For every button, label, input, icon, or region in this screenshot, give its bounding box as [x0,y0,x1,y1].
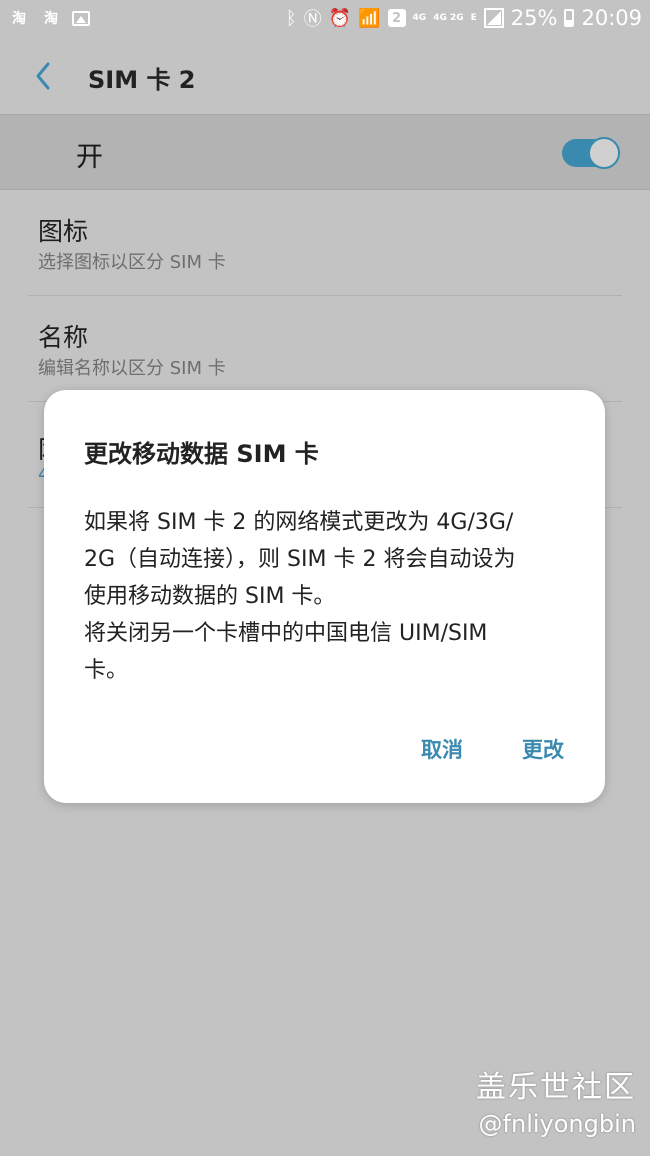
watermark: 盖乐世社区 @fnliyongbin [476,1062,636,1138]
sim-enable-row[interactable]: 开 [0,114,650,190]
setting-title: 名称 [38,323,89,352]
bluetooth-icon: ᛒ [285,7,297,29]
sim-slot-badge: 2 [387,9,406,27]
nfc-icon: Ⓝ [303,9,322,30]
setting-item-name[interactable]: 名称 编辑名称以区分 SIM 卡 [28,296,622,402]
change-button[interactable]: 更改 [522,734,564,764]
battery-icon [564,9,575,27]
dialog-message-line: 如果将 SIM 卡 2 的网络模式更改为 4G/3G/ [84,510,514,535]
battery-percent: 25% [510,6,558,30]
clock: 20:09 [581,6,642,30]
status-bar: 淘 淘 ᛒ Ⓝ ⏰ 📶 2 4G 4G 2G E 25% 20:09 [0,0,650,38]
network-4g-label: 4G [412,13,427,23]
setting-item-icon[interactable]: 图标 选择图标以区分 SIM 卡 [28,190,622,296]
dialog-message-line: 2G（自动连接），则 SIM 卡 2 将会自动设为 [84,547,516,572]
setting-title: 图标 [38,217,89,246]
gallery-notification-icon [72,10,90,26]
watermark-user: @fnliyongbin [478,1110,636,1138]
taobao-notification-icon: 淘 [12,11,26,27]
network-e-label: E [470,13,477,23]
app-bar: SIM 卡 2 [0,38,650,114]
dialog-message-line: 使用移动数据的 SIM 卡。 [84,584,336,609]
status-bar-system-icons: ᛒ Ⓝ ⏰ 📶 2 4G 4G 2G E 25% 20:09 [286,5,642,31]
alarm-icon: ⏰ [328,7,352,29]
setting-subtitle: 编辑名称以区分 SIM 卡 [38,358,226,379]
taobao-notification-icon: 淘 [44,11,58,27]
network-4g-2g-label: 4G 2G [433,13,464,23]
signal-strength-icon [483,8,504,28]
back-button[interactable] [26,56,66,96]
chevron-left-icon [36,62,50,90]
sim-enable-toggle[interactable] [562,137,620,169]
dialog-message-line: 卡。 [84,658,129,683]
dialog-title: 更改移动数据 SIM 卡 [84,440,319,468]
setting-subtitle: 选择图标以区分 SIM 卡 [38,252,226,273]
sim-enable-label: 开 [76,142,103,173]
watermark-site: 盖乐世社区 [476,1070,636,1105]
dialog-message-line: 将关闭另一个卡槽中的中国电信 UIM/SIM [84,621,488,646]
cancel-button[interactable]: 取消 [421,734,463,764]
page-title: SIM 卡 2 [88,66,196,94]
dialog-message: 如果将 SIM 卡 2 的网络模式更改为 4G/3G/ 2G（自动连接），则 S… [84,504,574,689]
change-data-sim-dialog: 更改移动数据 SIM 卡 如果将 SIM 卡 2 的网络模式更改为 4G/3G/… [44,390,605,803]
status-bar-notifications: 淘 淘 [8,7,90,29]
toggle-knob [588,137,620,169]
wifi-icon: 📶 [358,7,381,29]
